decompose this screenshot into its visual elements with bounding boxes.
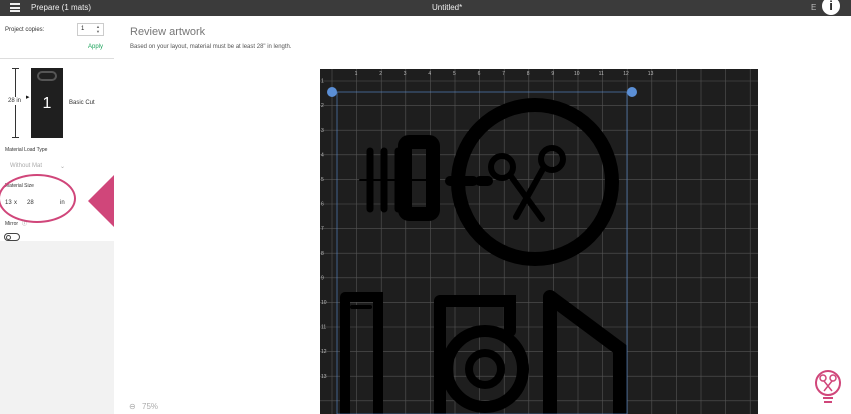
cursor-icon: ▸: [26, 94, 30, 101]
top-right-label: E: [811, 3, 817, 12]
ruler-top-label: 13: [648, 71, 654, 77]
ruler-left-label: 5: [321, 177, 324, 183]
selection-handle-rotate[interactable]: [627, 87, 637, 97]
ruler-top-label: 10: [574, 71, 580, 77]
document-title: Untitled*: [432, 3, 463, 12]
lightbulb-scissors-icon: [815, 370, 841, 403]
mirror-label: Mirror: [5, 221, 19, 227]
page-title: Prepare (1 mats): [31, 3, 92, 12]
ruler-top-label: 7: [502, 71, 505, 77]
ruler-left-label: 4: [321, 152, 324, 158]
ruler-left-label: 8: [321, 251, 324, 257]
cut-type-label: Basic Cut: [69, 100, 95, 106]
zoom-icon[interactable]: ⊖: [129, 402, 136, 411]
copies-stepper-icon[interactable]: ▲ ▼: [96, 24, 100, 34]
review-artwork-subtitle: Based on your layout, material must be a…: [130, 44, 292, 50]
ruler-left-label: 13: [321, 374, 327, 380]
help-icon[interactable]: ⓘ: [22, 220, 27, 227]
ruler-top-label: 4: [428, 71, 431, 77]
highlight-circle: [0, 174, 76, 223]
top-bar: Prepare (1 mats) Untitled* E i: [0, 0, 851, 17]
main-area: Review artwork Based on your layout, mat…: [114, 16, 851, 414]
mat-thumbnail-logo: [37, 71, 57, 81]
ruler-left-label: 9: [321, 275, 324, 281]
mat-thumbnail[interactable]: 1: [31, 68, 63, 138]
ruler-top-label: 1: [355, 71, 358, 77]
chevron-down-icon[interactable]: ⌄: [60, 163, 65, 170]
project-copies-label: Project copies:: [5, 27, 45, 33]
ruler-top-label: 5: [453, 71, 456, 77]
ruler-top-label: 9: [551, 71, 554, 77]
ruler-top-label: 12: [623, 71, 629, 77]
mat-number: 1: [42, 95, 52, 112]
selection-handle-options[interactable]: [327, 87, 337, 97]
ruler-left-label: 6: [321, 202, 324, 208]
toggle-knob: [6, 235, 11, 240]
ruler-left-label: 1: [321, 79, 324, 85]
ruler-left-label: 11: [321, 325, 326, 331]
ruler-top-label: 2: [379, 71, 382, 77]
ruler-top-label: 6: [478, 71, 481, 77]
apply-button[interactable]: Apply: [88, 44, 103, 50]
material-load-type-label: Material Load Type: [5, 147, 48, 153]
ruler-left-label: 7: [321, 226, 324, 232]
mat-canvas[interactable]: 1 2 3 4 5 6 7 8 9 10 11 12 13 1 2 3 4 5 6 7 8 9 10 11 12 13: [320, 69, 758, 414]
ruler-left-label: 3: [321, 128, 324, 134]
ruler-left-label: 2: [321, 103, 324, 109]
ruler-top-label: 3: [404, 71, 407, 77]
mat-grid: 1 2 3 4 5 6 7 8 9 10 11 12 1312345678910111213: [320, 69, 758, 414]
zoom-level: 75%: [142, 402, 159, 411]
info-icon[interactable]: i: [820, 0, 842, 17]
menu-icon[interactable]: [10, 3, 20, 12]
project-copies-panel: Project copies: 1 ▲ ▼ Apply: [0, 16, 114, 59]
material-load-type-select[interactable]: Without Mat: [10, 163, 42, 169]
ruler-top-label: 11: [599, 71, 604, 77]
ruler-top-label: 8: [527, 71, 530, 77]
ruler-left-label: 12: [321, 349, 327, 355]
review-artwork-title: Review artwork: [130, 26, 206, 38]
ruler-left-label: 10: [321, 300, 327, 306]
mat-height-label: 28 in: [8, 97, 22, 105]
mirror-toggle[interactable]: [4, 233, 20, 241]
